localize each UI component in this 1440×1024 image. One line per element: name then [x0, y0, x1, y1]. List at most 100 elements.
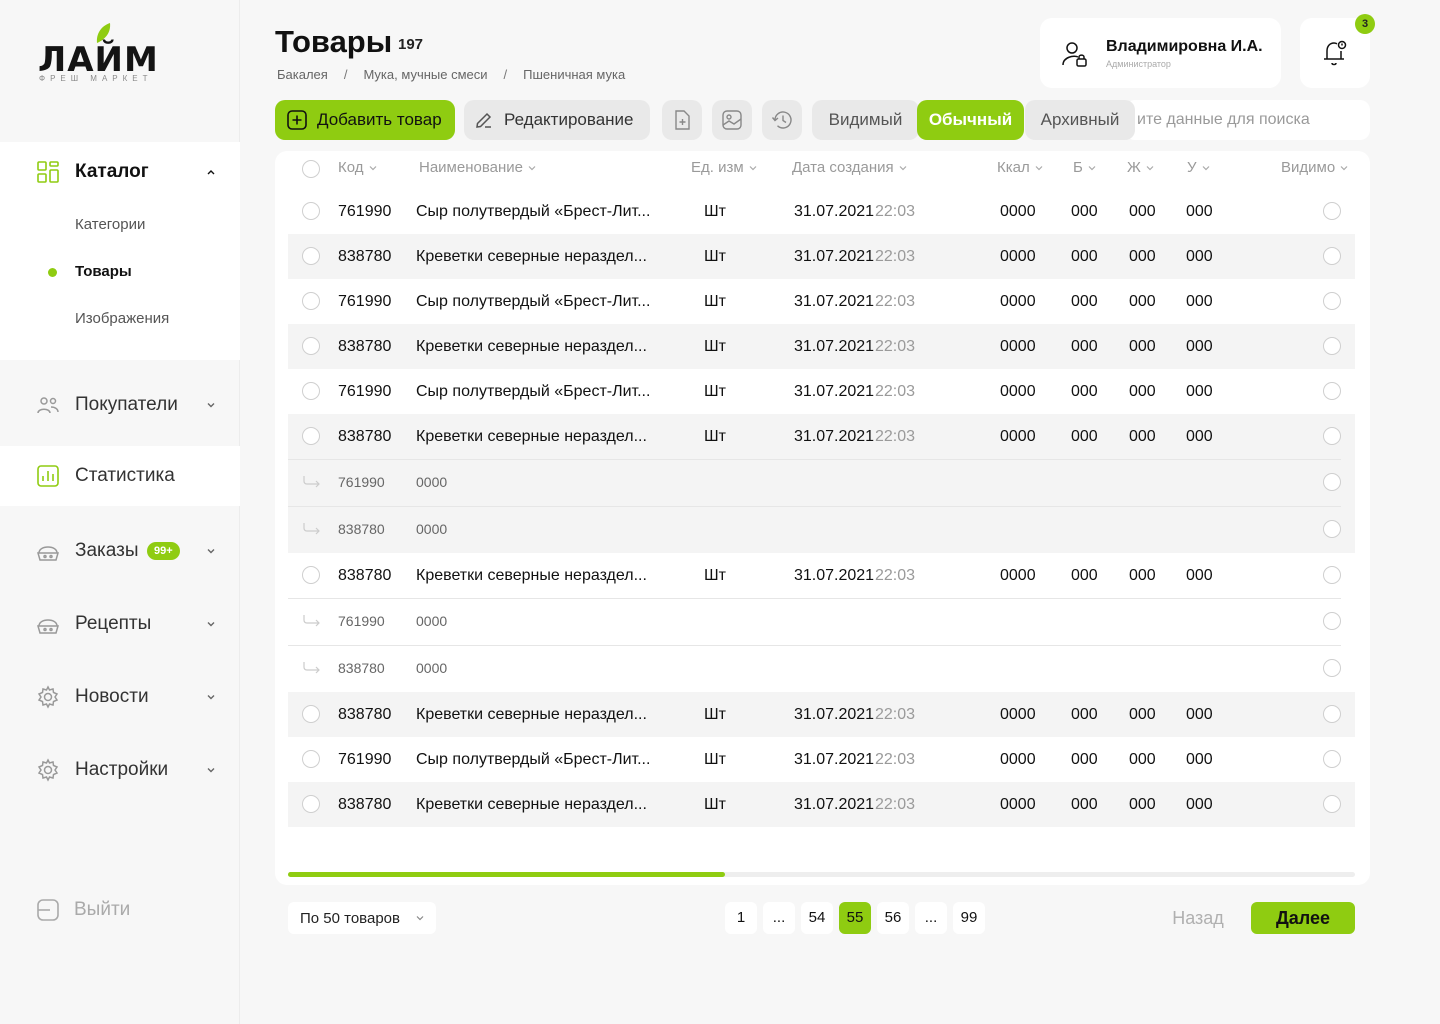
user-profile-card[interactable]: Владимировна И.А. Администратор: [1040, 18, 1281, 88]
table-row[interactable]: 838780 Креветки северные нераздел... Шт 31.…: [288, 692, 1355, 737]
table-subrow[interactable]: 761990 0000: [288, 598, 1355, 645]
cell-protein: 000: [1071, 293, 1098, 310]
cell-value: 0000: [416, 521, 448, 537]
table-subrow[interactable]: 838780 0000: [288, 645, 1355, 692]
breadcrumb-item[interactable]: Пшеничная мука: [523, 67, 625, 82]
row-select-radio[interactable]: [302, 337, 320, 355]
table-subrow[interactable]: 761990 0000: [288, 459, 1355, 506]
gear-icon: [37, 685, 59, 709]
page-button[interactable]: 99: [953, 902, 985, 934]
row-select-radio[interactable]: [302, 566, 320, 584]
horizontal-scrollbar-thumb[interactable]: [288, 872, 725, 877]
row-visible-radio[interactable]: [1323, 247, 1341, 265]
chevron-down-icon: [207, 403, 215, 408]
column-header-visible[interactable]: Видимо: [1281, 159, 1348, 176]
sidebar-subitem-products[interactable]: Товары: [75, 263, 132, 280]
table-row[interactable]: 838780 Креветки северные нераздел... Шт 31.…: [288, 782, 1355, 827]
search-input[interactable]: [1125, 100, 1370, 140]
sidebar-item-catalog[interactable]: Каталог: [0, 142, 240, 202]
row-select-radio[interactable]: [302, 247, 320, 265]
column-header-carbs[interactable]: У: [1187, 159, 1210, 176]
cell-date: 31.07.2021: [794, 567, 875, 584]
row-visible-radio[interactable]: [1323, 566, 1341, 584]
row-select-radio[interactable]: [302, 795, 320, 813]
sidebar-item-customers[interactable]: Покупатели: [0, 375, 240, 435]
image-button[interactable]: [712, 100, 752, 140]
next-button[interactable]: Далее: [1251, 902, 1355, 934]
segment-visible[interactable]: Видимый: [812, 100, 919, 140]
breadcrumb-item[interactable]: Бакалея: [277, 67, 328, 82]
history-button[interactable]: [762, 100, 802, 140]
cell-fat: 000: [1129, 383, 1156, 400]
row-select-radio[interactable]: [302, 427, 320, 445]
table-row[interactable]: 838780 Креветки северные нераздел... Шт 31.…: [288, 414, 1355, 459]
sidebar-subitem-images[interactable]: Изображения: [75, 310, 169, 327]
row-visible-radio[interactable]: [1323, 659, 1341, 677]
add-product-button[interactable]: Добавить товар: [275, 100, 455, 140]
sidebar-subitem-categories[interactable]: Категории: [75, 216, 145, 233]
row-visible-radio[interactable]: [1323, 795, 1341, 813]
row-visible-radio[interactable]: [1323, 705, 1341, 723]
page-button[interactable]: 1: [725, 902, 757, 934]
row-select-radio[interactable]: [302, 382, 320, 400]
column-header-unit[interactable]: Ед. изм: [691, 159, 757, 176]
back-button[interactable]: Назад: [1170, 902, 1226, 934]
row-visible-radio[interactable]: [1323, 750, 1341, 768]
select-all-radio[interactable]: [302, 160, 320, 178]
sidebar-item-settings[interactable]: Настройки: [0, 740, 240, 800]
table-row[interactable]: 761990 Сыр полутвердый «Брест-Лит... Шт 31.…: [288, 369, 1355, 414]
row-visible-radio[interactable]: [1323, 337, 1341, 355]
row-visible-radio[interactable]: [1323, 292, 1341, 310]
row-select-radio[interactable]: [302, 750, 320, 768]
column-header-fat[interactable]: Ж: [1127, 159, 1154, 176]
page-button[interactable]: 55: [839, 902, 871, 934]
cell-name: Сыр полутвердый «Брест-Лит...: [416, 383, 651, 400]
sidebar-item-recipes[interactable]: Рецепты: [0, 594, 240, 654]
table-row[interactable]: 838780 Креветки северные нераздел... Шт 31.…: [288, 234, 1355, 279]
cell-time: 22:03: [875, 567, 916, 584]
cell-name: Креветки северные нераздел...: [416, 567, 647, 584]
column-header-name[interactable]: Наименование: [419, 159, 536, 176]
sidebar-item-statistics[interactable]: Статистика: [0, 446, 240, 506]
column-header-date[interactable]: Дата создания: [792, 159, 907, 176]
add-product-label: Добавить товар: [317, 110, 442, 129]
add-file-button[interactable]: [662, 100, 702, 140]
segment-normal[interactable]: Обычный: [917, 100, 1024, 140]
per-page-select[interactable]: По 50 товаров: [288, 902, 436, 934]
column-header-code[interactable]: Код: [338, 159, 377, 176]
row-select-radio[interactable]: [302, 202, 320, 220]
cell-protein: 000: [1071, 383, 1098, 400]
sidebar-item-news[interactable]: Новости: [0, 667, 240, 727]
table-row[interactable]: 761990 Сыр полутвердый «Брест-Лит... Шт 31.…: [288, 737, 1355, 782]
breadcrumb: Бакалея / Мука, мучные смеси / Пшеничная…: [277, 67, 625, 82]
row-visible-radio[interactable]: [1323, 473, 1341, 491]
row-visible-radio[interactable]: [1323, 520, 1341, 538]
brand-logo[interactable]: ЛАЙМ ФРЕШ МАРКЕТ: [38, 22, 158, 88]
segment-archive[interactable]: Архивный: [1025, 100, 1135, 140]
page-button[interactable]: 54: [801, 902, 833, 934]
cell-value: 0000: [416, 474, 448, 490]
column-header-label: У: [1187, 159, 1197, 176]
row-select-radio[interactable]: [302, 705, 320, 723]
page-button[interactable]: 56: [877, 902, 909, 934]
column-header-protein[interactable]: Б: [1073, 159, 1096, 176]
row-visible-radio[interactable]: [1323, 612, 1341, 630]
row-select-radio[interactable]: [302, 292, 320, 310]
row-visible-radio[interactable]: [1323, 202, 1341, 220]
sidebar-item-label: Настройки: [75, 759, 169, 780]
sidebar-item-orders[interactable]: Заказы 99+: [0, 521, 240, 581]
breadcrumb-item[interactable]: Мука, мучные смеси: [363, 67, 487, 82]
chevron-down-icon: [207, 549, 215, 554]
edit-button[interactable]: Редактирование: [464, 100, 650, 140]
table-row[interactable]: 838780 Креветки северные нераздел... Шт 31.…: [288, 553, 1355, 598]
column-header-kcal[interactable]: Ккал: [997, 159, 1043, 176]
table-row[interactable]: 761990 Сыр полутвердый «Брест-Лит... Шт 31.…: [288, 279, 1355, 324]
row-visible-radio[interactable]: [1323, 427, 1341, 445]
cell-unit: Шт: [704, 428, 726, 445]
logout-button[interactable]: Выйти: [36, 898, 130, 922]
table-row[interactable]: 761990 Сыр полутвердый «Брест-Лит... Шт 31.…: [288, 189, 1355, 234]
row-visible-radio[interactable]: [1323, 382, 1341, 400]
table-subrow[interactable]: 838780 0000: [288, 506, 1355, 553]
table-row[interactable]: 838780 Креветки северные нераздел... Шт 31.…: [288, 324, 1355, 369]
column-header-label: Дата создания: [792, 159, 894, 176]
